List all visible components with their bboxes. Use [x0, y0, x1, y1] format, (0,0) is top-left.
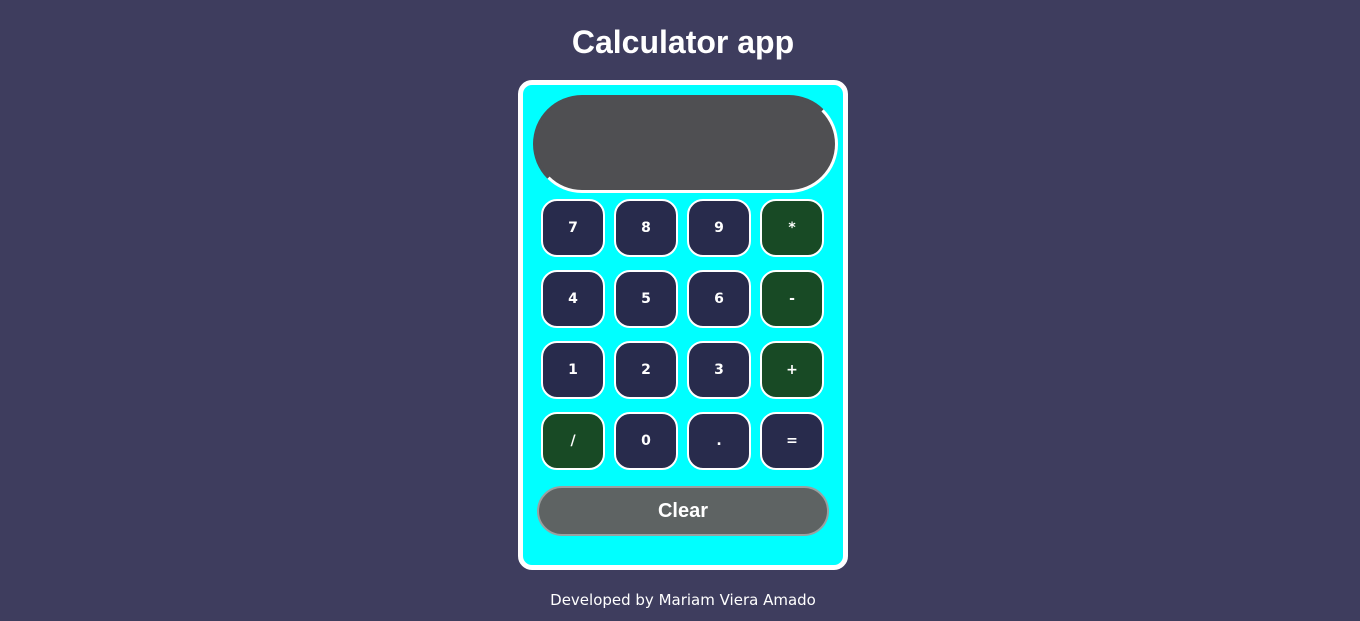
- key-1[interactable]: 1: [541, 341, 605, 399]
- key-divide[interactable]: /: [541, 412, 605, 470]
- page: Calculator app 7 8 9 * 4 5 6 - 1 2 3 + /…: [0, 0, 1360, 621]
- key-add[interactable]: +: [760, 341, 824, 399]
- key-8[interactable]: 8: [614, 199, 678, 257]
- key-decimal[interactable]: .: [687, 412, 751, 470]
- key-7[interactable]: 7: [541, 199, 605, 257]
- key-multiply[interactable]: *: [760, 199, 824, 257]
- key-equals[interactable]: =: [760, 412, 824, 470]
- page-title: Calculator app: [571, 24, 795, 60]
- clear-button[interactable]: Clear: [537, 486, 829, 536]
- key-9[interactable]: 9: [687, 199, 751, 257]
- key-0[interactable]: 0: [614, 412, 678, 470]
- footer-credit: Developed by Mariam Viera Amado: [550, 591, 816, 609]
- key-subtract[interactable]: -: [760, 270, 824, 328]
- key-4[interactable]: 4: [541, 270, 605, 328]
- key-3[interactable]: 3: [687, 341, 751, 399]
- calculator-display: [533, 95, 838, 193]
- key-5[interactable]: 5: [614, 270, 678, 328]
- key-2[interactable]: 2: [614, 341, 678, 399]
- key-6[interactable]: 6: [687, 270, 751, 328]
- calculator: 7 8 9 * 4 5 6 - 1 2 3 + / 0 . = Clear: [518, 80, 848, 570]
